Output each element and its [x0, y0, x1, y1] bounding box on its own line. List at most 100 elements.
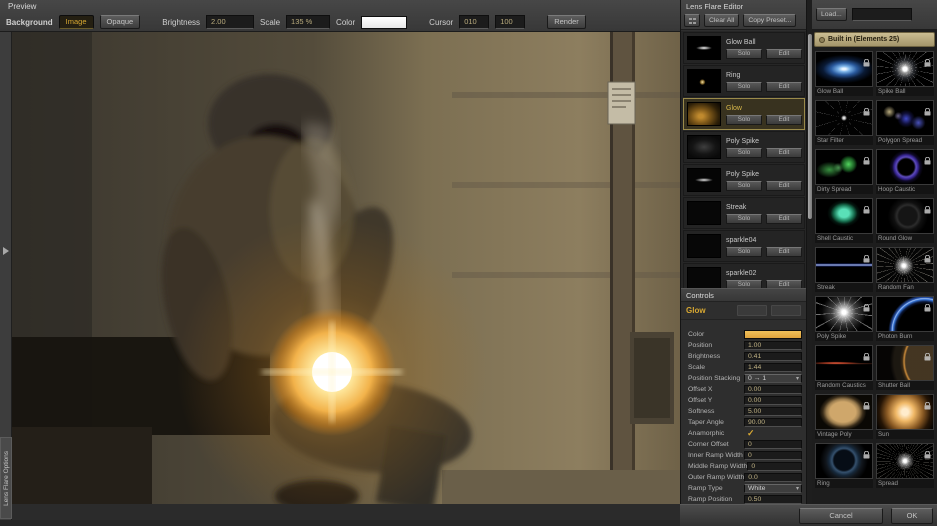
parameter-value[interactable]: 1.00	[744, 341, 802, 350]
flare-element-row[interactable]: sparkle04 Solo Edit	[683, 230, 805, 262]
parameter-value[interactable]: 0 → 1	[744, 374, 802, 383]
preset-element-cell[interactable]: Photon Burn	[876, 296, 934, 341]
cursor-x-field[interactable]: 010	[459, 15, 489, 29]
cancel-button[interactable]: Cancel	[799, 508, 883, 524]
browser-folder-header[interactable]: Built in (Elements 25)	[814, 32, 935, 47]
preset-element-cell[interactable]: Shell Caustic	[815, 198, 873, 243]
element-thumbnail	[687, 267, 721, 288]
lock-icon	[924, 54, 931, 72]
element-solo-button[interactable]: Solo	[726, 115, 762, 125]
element-solo-button[interactable]: Solo	[726, 247, 762, 257]
preset-name: Shell Caustic	[815, 234, 873, 243]
preset-element-cell[interactable]: Random Fan	[876, 247, 934, 292]
controls-panel: Controls Glow Color Position 1.00 Bright…	[681, 288, 807, 520]
element-edit-button[interactable]: Edit	[766, 181, 802, 191]
element-solo-button[interactable]: Solo	[726, 280, 762, 289]
element-solo-button[interactable]: Solo	[726, 49, 762, 59]
preset-thumbnail	[815, 443, 873, 479]
parameter-value[interactable]: 0	[744, 440, 802, 449]
preset-element-cell[interactable]: Vintage Poly	[815, 394, 873, 439]
clear-all-button[interactable]: Clear All	[704, 14, 739, 27]
flare-element-row[interactable]: sparkle02 Solo Edit	[683, 263, 805, 288]
preset-thumbnail	[876, 296, 934, 332]
flare-element-row[interactable]: Poly Spike Solo Edit	[683, 131, 805, 163]
element-solo-button[interactable]: Solo	[726, 181, 762, 191]
element-name: Glow	[726, 105, 804, 113]
element-edit-button[interactable]: Edit	[766, 214, 802, 224]
parameter-value[interactable]: 90.00	[744, 418, 802, 427]
lock-icon	[924, 446, 931, 464]
preset-element-cell[interactable]: Random Caustics	[815, 345, 873, 390]
stack-options-icon[interactable]	[684, 14, 700, 27]
parameter-value[interactable]: White	[744, 484, 802, 493]
parameter-value[interactable]: 0	[744, 451, 802, 460]
lock-icon	[863, 54, 870, 72]
brightness-field[interactable]: 2.00	[206, 15, 254, 29]
element-edit-button[interactable]: Edit	[766, 280, 802, 289]
flare-element-row[interactable]: Streak Solo Edit	[683, 197, 805, 229]
element-thumbnail	[687, 135, 721, 159]
preset-element-cell[interactable]: Shutter Ball	[876, 345, 934, 390]
preset-element-cell[interactable]: Poly Spike	[815, 296, 873, 341]
parameter-value[interactable]: 0.0	[744, 473, 802, 482]
preset-element-cell[interactable]: Streak	[815, 247, 873, 292]
parameter-label: Position	[688, 342, 744, 349]
parameter-value[interactable]: 0.00	[744, 385, 802, 394]
flare-element-row[interactable]: Poly Spike Solo Edit	[683, 164, 805, 196]
ok-button[interactable]: OK	[891, 508, 933, 524]
parameter-value[interactable]: 0.00	[744, 396, 802, 405]
lens-flare-options-tab[interactable]: Lens Flare Options	[0, 437, 12, 519]
lock-icon	[863, 446, 870, 464]
element-edit-button[interactable]: Edit	[766, 115, 802, 125]
element-name: Glow Ball	[726, 39, 804, 47]
delete-button[interactable]	[771, 305, 801, 316]
background-image-button[interactable]: Image	[59, 15, 94, 29]
element-thumbnail	[687, 234, 721, 258]
preset-name: Streak	[815, 283, 873, 292]
parameter-value[interactable]	[744, 330, 802, 339]
background-opaque-button[interactable]: Opaque	[100, 15, 141, 29]
render-button[interactable]: Render	[547, 15, 586, 29]
preview-image[interactable]	[12, 32, 680, 504]
flare-element-row[interactable]: Glow Ball Solo Edit	[683, 32, 805, 64]
preset-element-cell[interactable]: Star Filter	[815, 100, 873, 145]
element-edit-button[interactable]: Edit	[766, 247, 802, 257]
element-edit-button[interactable]: Edit	[766, 82, 802, 92]
parameter-label: Scale	[688, 364, 744, 371]
preset-element-cell[interactable]: Dirty Spread	[815, 149, 873, 194]
flare-element-row[interactable]: Ring Solo Edit	[683, 65, 805, 97]
preview-color-swatch[interactable]	[361, 16, 407, 29]
element-solo-button[interactable]: Solo	[726, 214, 762, 224]
parameter-value[interactable]: 5.00	[744, 407, 802, 416]
parameter-value[interactable]: 0.50	[744, 495, 802, 504]
preset-thumbnail	[876, 443, 934, 479]
parameter-value[interactable]: 0.41	[744, 352, 802, 361]
search-input[interactable]	[852, 8, 912, 21]
element-name: Poly Spike	[726, 171, 804, 179]
preset-element-cell[interactable]: Ring	[815, 443, 873, 488]
preset-element-cell[interactable]: Polygon Spread	[876, 100, 934, 145]
cursor-y-field[interactable]: 100	[495, 15, 525, 29]
duplicate-button[interactable]	[737, 305, 767, 316]
parameter-value[interactable]: 0	[747, 462, 802, 471]
lock-icon	[863, 103, 870, 121]
parameter-value[interactable]: 1.44	[744, 363, 802, 372]
preset-element-cell[interactable]: Round Glow	[876, 198, 934, 243]
element-solo-button[interactable]: Solo	[726, 148, 762, 158]
expand-panel-arrow-icon[interactable]	[3, 247, 9, 255]
preset-element-cell[interactable]: Glow Ball	[815, 51, 873, 96]
parameter-value[interactable]: ✓	[744, 429, 802, 438]
preset-element-cell[interactable]: Sun	[876, 394, 934, 439]
scale-field[interactable]: 135 %	[286, 15, 330, 29]
element-edit-button[interactable]: Edit	[766, 148, 802, 158]
preset-element-cell[interactable]: Spread	[876, 443, 934, 488]
preset-element-cell[interactable]: Hoop Caustic	[876, 149, 934, 194]
dialog-footer: Cancel OK	[680, 504, 937, 526]
element-edit-button[interactable]: Edit	[766, 49, 802, 59]
flare-element-row[interactable]: Glow Solo Edit	[683, 98, 805, 130]
parameter-label: Color	[688, 331, 744, 338]
copy-preset-button[interactable]: Copy Preset...	[743, 14, 796, 27]
element-solo-button[interactable]: Solo	[726, 82, 762, 92]
load-button[interactable]: Load...	[816, 8, 847, 21]
preset-element-cell[interactable]: Spike Ball	[876, 51, 934, 96]
